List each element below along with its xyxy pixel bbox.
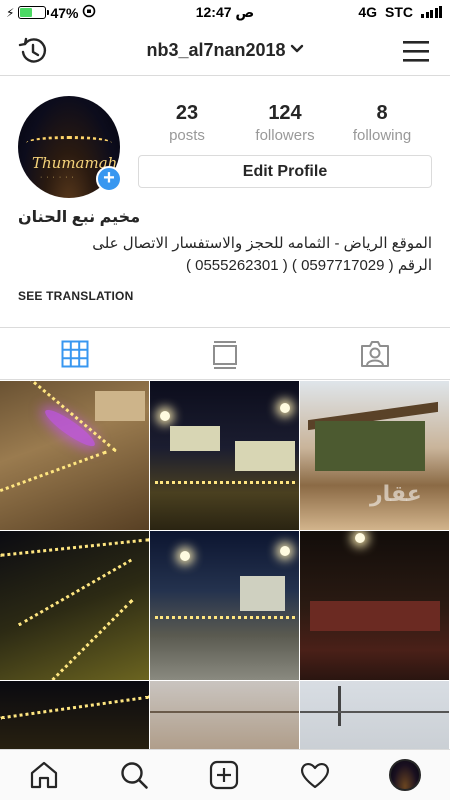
profile-display-name: مخيم نبع الحنان bbox=[18, 209, 141, 226]
nav-new-post[interactable] bbox=[209, 760, 239, 795]
grid-photo[interactable] bbox=[150, 681, 299, 749]
add-story-button[interactable]: + bbox=[96, 166, 122, 192]
grid-photo[interactable] bbox=[0, 531, 149, 680]
following-label: following bbox=[352, 127, 412, 144]
edit-profile-button[interactable]: Edit Profile bbox=[138, 155, 432, 188]
feed-icon bbox=[212, 341, 238, 374]
following-stat[interactable]: 8 following bbox=[337, 102, 427, 144]
followers-stat[interactable]: 124 followers bbox=[240, 102, 330, 144]
bottom-nav bbox=[0, 749, 450, 800]
heart-icon bbox=[299, 762, 331, 794]
nav-profile-avatar[interactable] bbox=[389, 759, 421, 791]
bio-line-2: الرقم ( 0597717029 ) ( 0555262301 ) bbox=[185, 257, 432, 274]
grid-photo[interactable] bbox=[0, 681, 149, 749]
status-bar: ⚡ 47% 12:47 ص 4G STC bbox=[0, 0, 450, 26]
posts-label: posts bbox=[169, 127, 205, 144]
search-icon bbox=[119, 762, 149, 794]
chevron-down-icon bbox=[290, 43, 304, 57]
tab-tagged-view[interactable] bbox=[360, 340, 390, 373]
followers-label: followers bbox=[255, 127, 315, 144]
nav-home[interactable] bbox=[29, 760, 59, 795]
add-post-icon bbox=[209, 760, 239, 794]
nav-activity[interactable] bbox=[299, 760, 331, 795]
photo-grid: عقار bbox=[0, 381, 450, 749]
grid-photo[interactable] bbox=[300, 681, 449, 749]
home-icon bbox=[29, 761, 59, 794]
grid-photo[interactable] bbox=[0, 381, 149, 530]
tab-feed-view[interactable] bbox=[212, 340, 238, 375]
grid-icon bbox=[61, 340, 89, 372]
profile-view-tabs bbox=[0, 327, 450, 380]
tab-grid-view[interactable] bbox=[61, 340, 89, 373]
grid-photo[interactable] bbox=[150, 381, 299, 530]
username-dropdown[interactable]: nb3_al7nan2018 bbox=[0, 40, 450, 61]
watermark-text: عقار bbox=[370, 481, 422, 506]
followers-count: 124 bbox=[268, 102, 302, 124]
username: nb3_al7nan2018 bbox=[146, 40, 286, 60]
menu-icon[interactable] bbox=[402, 38, 430, 69]
posts-stat[interactable]: 23 posts bbox=[142, 102, 232, 144]
grid-photo[interactable] bbox=[150, 531, 299, 680]
bio-line-1: الموقع الرياض - الثمامه للحجز والاستفسار… bbox=[92, 235, 432, 252]
tagged-user-icon bbox=[360, 341, 390, 372]
grid-photo[interactable] bbox=[300, 531, 449, 680]
avatar-logo-subtext: · · · · · · bbox=[40, 174, 75, 181]
network-status: 4G STC bbox=[358, 4, 442, 20]
carrier-name: STC bbox=[385, 4, 413, 20]
posts-count: 23 bbox=[175, 102, 199, 124]
avatar-lights bbox=[26, 136, 112, 150]
nav-search[interactable] bbox=[119, 760, 149, 795]
following-count: 8 bbox=[376, 102, 388, 124]
signal-icon bbox=[421, 6, 442, 18]
profile-header: nb3_al7nan2018 bbox=[0, 26, 450, 76]
see-translation-link[interactable]: SEE TRANSLATION bbox=[18, 289, 133, 303]
profile-bio: الموقع الرياض - الثمامه للحجز والاستفسار… bbox=[18, 233, 432, 277]
grid-photo[interactable]: عقار bbox=[300, 381, 449, 530]
network-type: 4G bbox=[358, 4, 377, 20]
